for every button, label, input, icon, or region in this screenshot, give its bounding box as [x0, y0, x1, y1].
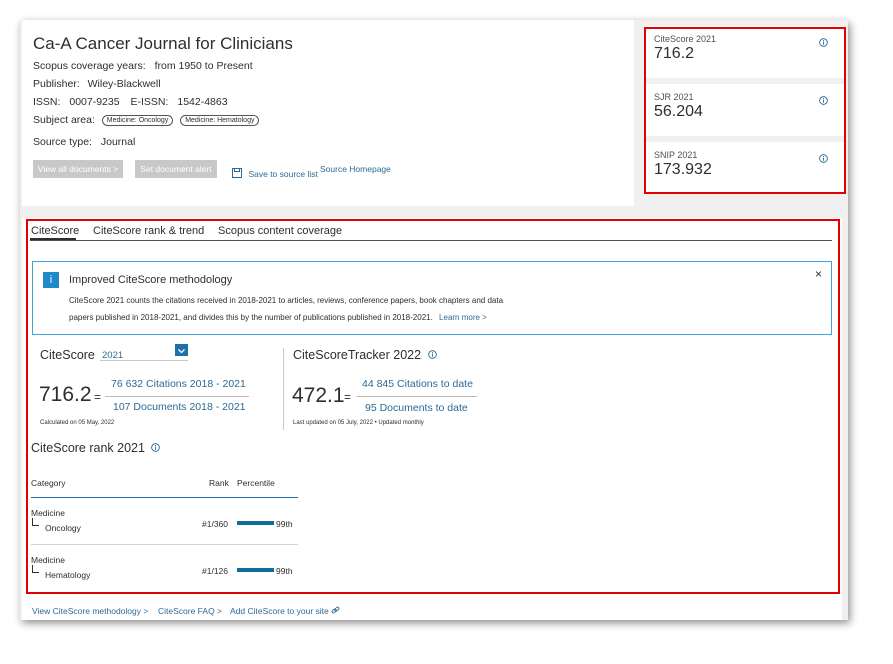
subject-row: Subject area: Medicine: Oncology Medicin…: [33, 114, 260, 126]
source-info-card: Ca-A Cancer Journal for Clinicians Scopu…: [22, 20, 634, 206]
view-all-documents-button[interactable]: View all documents >: [33, 160, 123, 178]
fraction-line: [105, 396, 249, 397]
page-frame: Ca-A Cancer Journal for Clinicians Scopu…: [20, 20, 848, 620]
category-name: Medicine: [31, 555, 66, 565]
publisher-row: Publisher: Wiley-Blackwell: [33, 78, 161, 90]
info-icon: i: [43, 272, 59, 288]
tracker-equals: =: [344, 390, 352, 404]
info-icon[interactable]: [427, 350, 437, 359]
notice-text-line2: papers published in 2018-2021, and divid…: [69, 313, 487, 322]
methodology-notice: i Improved CiteScore methodology CiteSco…: [32, 261, 832, 335]
chevron-down-icon: [175, 344, 188, 356]
save-to-source-list-link[interactable]: Save to source list: [232, 164, 318, 182]
subject-label: Subject area:: [33, 114, 95, 126]
tracker-citations-link[interactable]: 44 845 Citations to date: [362, 378, 473, 390]
rank-header: Rank: [209, 478, 229, 488]
tracker-title-text: CiteScoreTracker 2022: [293, 348, 422, 362]
coverage-label: Scopus coverage years:: [33, 60, 146, 72]
page-title: Ca-A Cancer Journal for Clinicians: [33, 34, 293, 53]
citescore-equals: =: [94, 390, 102, 404]
tracker-value: 472.1: [292, 384, 345, 407]
rank-title: CiteScore rank 2021: [31, 441, 161, 455]
subcategory-name: Oncology: [45, 523, 81, 533]
rank-value: #1/360: [202, 519, 228, 529]
learn-more-link[interactable]: Learn more >: [439, 313, 487, 322]
publisher-value: Wiley-Blackwell: [87, 78, 161, 90]
section-divider: [283, 348, 284, 430]
category-header: Category: [31, 478, 66, 488]
row-divider: [31, 544, 298, 545]
save-icon: [232, 168, 242, 178]
view-methodology-link[interactable]: View CiteScore methodology >: [32, 606, 148, 616]
source-type-row: Source type: Journal: [33, 136, 135, 148]
percentile-bar: [237, 568, 274, 572]
tab-scopus-content-coverage[interactable]: Scopus content coverage: [218, 225, 342, 237]
source-type-label: Source type:: [33, 136, 92, 148]
tracker-documents-link[interactable]: 95 Documents to date: [365, 402, 468, 414]
rank-title-text: CiteScore rank 2021: [31, 441, 145, 455]
save-to-source-list-label: Save to source list: [248, 169, 318, 179]
fraction-line: [357, 396, 477, 397]
citescore-citations-link[interactable]: 76 632 Citations 2018 - 2021: [111, 378, 246, 390]
year-select[interactable]: 2021: [100, 344, 188, 361]
citescore-value: 716.2: [39, 383, 92, 406]
publisher-label: Publisher:: [33, 78, 80, 90]
tab-citescore[interactable]: CiteScore: [31, 225, 79, 237]
link-icon: [331, 606, 340, 614]
notice-title: Improved CiteScore methodology: [69, 274, 233, 286]
add-citescore-label: Add CiteScore to your site: [230, 606, 329, 616]
rank-value: #1/126: [202, 566, 228, 576]
notice-text-line1: CiteScore 2021 counts the citations rece…: [69, 296, 504, 305]
subcategory-name: Hematology: [45, 570, 91, 580]
tracker-title: CiteScoreTracker 2022: [293, 348, 437, 362]
percentile-value: 99th: [276, 566, 293, 576]
eissn-label: E-ISSN:: [130, 96, 169, 108]
year-select-value: 2021: [102, 350, 124, 361]
issn-row: ISSN: 0007-9235 E-ISSN: 1542-4863: [33, 96, 228, 108]
citescore-documents-link[interactable]: 107 Documents 2018 - 2021: [113, 401, 246, 413]
category-name: Medicine: [31, 508, 66, 518]
issn-label: ISSN:: [33, 96, 61, 108]
citescore-faq-link[interactable]: CiteScore FAQ >: [158, 606, 222, 616]
notice-text-line2-body: papers published in 2018-2021, and divid…: [69, 313, 433, 322]
issn-value: 0007-9235: [69, 96, 120, 108]
tab-citescore-rank-trend[interactable]: CiteScore rank & trend: [93, 225, 204, 237]
info-icon[interactable]: [151, 443, 161, 452]
active-tab-indicator: [30, 238, 76, 240]
tree-connector: [32, 518, 39, 526]
subject-pill-hematology[interactable]: Medicine: Hematology: [180, 115, 260, 126]
coverage-value: from 1950 to Present: [154, 60, 253, 72]
coverage-row: Scopus coverage years: from 1950 to Pres…: [33, 60, 253, 72]
tab-divider: [30, 240, 832, 241]
percentile-header: Percentile: [237, 478, 275, 488]
citescore-calc-note: Calculated on 05 May, 2022: [40, 420, 115, 426]
add-citescore-link[interactable]: Add CiteScore to your site: [230, 606, 340, 616]
percentile-value: 99th: [276, 519, 293, 529]
set-document-alert-button[interactable]: Set document alert: [135, 160, 217, 178]
subject-pill-oncology[interactable]: Medicine: Oncology: [101, 115, 174, 126]
eissn-value: 1542-4863: [177, 96, 228, 108]
percentile-bar: [237, 521, 274, 525]
table-header-rule: [31, 497, 298, 498]
source-homepage-link[interactable]: Source Homepage: [320, 164, 391, 174]
metrics-highlight-box: [644, 27, 846, 194]
citescore-title: CiteScore: [40, 348, 95, 362]
tree-connector: [32, 565, 39, 573]
close-icon[interactable]: ×: [815, 267, 822, 281]
tracker-note: Last updated on 05 July, 2022 • Updated …: [293, 420, 424, 426]
source-type-value: Journal: [100, 136, 136, 148]
